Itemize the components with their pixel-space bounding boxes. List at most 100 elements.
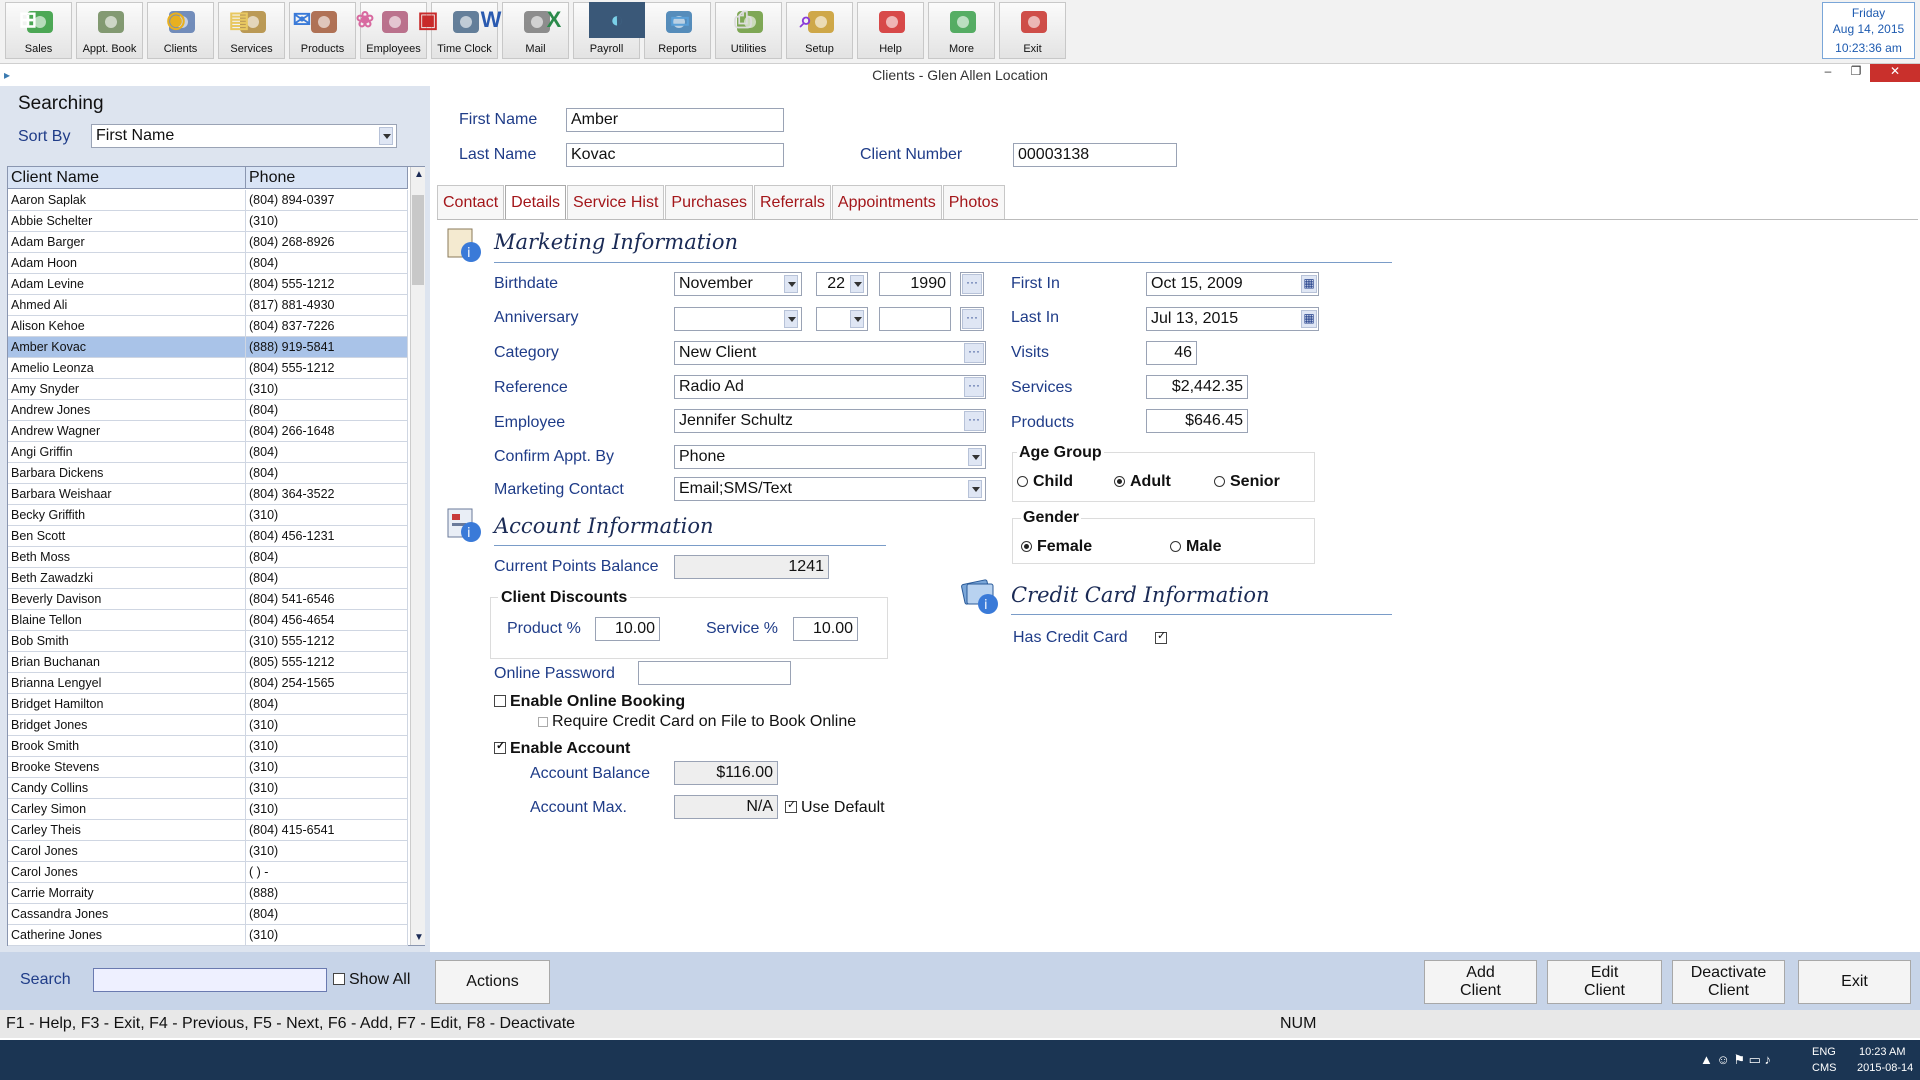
account-max-field[interactable]: N/A [674,795,778,819]
require-cc-checkbox[interactable] [538,717,548,727]
ellipsis-icon[interactable]: ··· [964,411,984,431]
client-row[interactable]: Amelio Leonza (804) 555-1212 [8,358,408,379]
tab-contact[interactable]: Contact [437,185,505,219]
close-icon[interactable]: ✕ [1870,64,1920,82]
calendar-icon[interactable]: ▦ [1301,275,1317,293]
radio-circle[interactable] [1170,541,1181,552]
client-row[interactable]: Beth Zawadzki (804) [8,568,408,589]
tray-icons[interactable]: ▲ ☺ ⚑ ▭ ♪ [1700,1052,1771,1068]
tray-date[interactable]: 2015-08-14 [1857,1062,1913,1074]
client-row[interactable]: Aaron Saplak (804) 894-0397 [8,190,408,211]
client-row[interactable]: Beth Moss (804) [8,547,408,568]
scroll-up-icon[interactable]: ▲ [414,169,424,180]
radio-circle[interactable] [1214,476,1225,487]
radio-circle[interactable] [1021,541,1032,552]
birth-month-select[interactable]: November [674,272,802,296]
calendar-icon[interactable]: ▦ [1301,310,1317,328]
anniversary-year-field[interactable] [879,307,951,331]
client-number-field[interactable]: 00003138 [1013,143,1177,167]
reference-field[interactable]: Radio Ad ··· [674,375,986,399]
category-field[interactable]: New Client ··· [674,341,986,365]
ellipsis-icon[interactable]: ··· [964,377,984,397]
use-default-row[interactable]: Use Default [785,798,885,817]
client-row[interactable]: Barbara Weishaar (804) 364-3522 [8,484,408,505]
edit-client-button[interactable]: Edit Client [1547,960,1662,1004]
anniversary-month-select[interactable] [674,307,802,331]
enable-online-booking-checkbox[interactable] [494,695,506,707]
first-name-field[interactable]: Amber [566,108,784,132]
ellipsis-icon[interactable]: ··· [964,343,984,363]
printer-icon[interactable]: ⎙ [715,2,771,38]
last-name-field[interactable]: Kovac [566,143,784,167]
has-credit-card-checkbox[interactable] [1155,629,1171,648]
tab-appointments[interactable]: Appointments [831,185,942,219]
use-default-checkbox[interactable] [785,798,797,813]
radio-circle[interactable] [1114,476,1125,487]
outlook-icon[interactable]: ✉ [274,2,330,38]
client-row[interactable]: Carol Jones( ) - [8,862,408,883]
client-row[interactable]: Andrew Wagner (804) 266-1648 [8,421,408,442]
salon-app-icon[interactable]: ◐ [589,2,645,38]
column-phone[interactable]: Phone [246,167,408,188]
client-row[interactable]: Brooke Stevens (310) [8,757,408,778]
radio-circle[interactable] [1017,476,1028,487]
client-row[interactable]: Carrie Morraity (888) [8,883,408,904]
client-row[interactable]: Ahmed Ali (817) 881-4930 [8,295,408,316]
first-in-field[interactable]: Oct 15, 2009 ▦ [1146,272,1319,296]
scroll-thumb[interactable] [412,195,424,285]
anniversary-more-button[interactable]: ··· [960,307,984,331]
tray-lang2[interactable]: CMS [1812,1062,1836,1074]
restore-icon[interactable]: ❐ [1842,64,1870,82]
client-row[interactable]: Becky Griffith (310) [8,505,408,526]
client-row[interactable]: Andrew Jones (804) [8,400,408,421]
last-in-field[interactable]: Jul 13, 2015 ▦ [1146,307,1319,331]
client-row[interactable]: Amy Snyder (310) [8,379,408,400]
client-row[interactable]: Abbie Schelter (310) [8,211,408,232]
client-row[interactable]: Brian Buchanan (805) 555-1212 [8,652,408,673]
chrome-icon[interactable]: ◉ [148,2,204,38]
sort-by-select[interactable]: First Name [91,124,397,148]
anniversary-day-select[interactable] [816,307,868,331]
client-row[interactable]: Bridget Hamilton (804) [8,694,408,715]
client-row[interactable]: Adam Hoon (804) [8,253,408,274]
birthdate-more-button[interactable]: ··· [960,272,984,296]
birth-day-select[interactable]: 22 [816,272,868,296]
tray-lang1[interactable]: ENG [1812,1046,1836,1058]
require-cc-row[interactable]: Require Credit Card on File to Book Onli… [538,713,856,731]
toolbar-more-button[interactable]: More [928,2,995,59]
client-row[interactable]: Barbara Dickens (804) [8,463,408,484]
tab-purchases[interactable]: Purchases [665,185,753,219]
client-row[interactable]: Amber Kovac (888) 919-5841 [8,337,408,358]
add-client-button[interactable]: Add Client [1424,960,1537,1004]
tab-details[interactable]: Details [505,185,567,219]
enable-account-checkbox[interactable] [494,739,506,754]
client-row[interactable]: Carley Simon (310) [8,799,408,820]
client-row[interactable]: Cassandra Jones (804) [8,904,408,925]
windows-start-icon[interactable]: ⊞ [0,2,56,38]
acrobat-icon[interactable]: ▣ [400,2,456,38]
employee-field[interactable]: Jennifer Schultz ··· [674,409,986,433]
tab-referrals[interactable]: Referrals [754,185,831,219]
client-row[interactable]: Blaine Tellon (804) 456-4654 [8,610,408,631]
has-credit-card-check[interactable] [1155,629,1167,644]
gender-male-radio[interactable]: Male [1170,538,1222,556]
client-row[interactable]: Adam Barger (804) 268-8926 [8,232,408,253]
enable-online-booking-row[interactable]: Enable Online Booking [494,693,685,711]
scroll-down-icon[interactable]: ▼ [414,932,424,943]
client-row[interactable]: Adam Levine (804) 555-1212 [8,274,408,295]
search-app-icon[interactable]: ⌕ [778,2,834,38]
client-row[interactable]: Brianna Lengyel (804) 254-1565 [8,673,408,694]
client-row[interactable]: Brook Smith (310) [8,736,408,757]
toolbar-appt-book-button[interactable]: Appt. Book [76,2,143,59]
column-client-name[interactable]: Client Name [8,167,246,188]
online-password-field[interactable] [638,661,791,685]
client-list-scrollbar[interactable]: ▲ ▼ [410,167,425,945]
client-row[interactable]: Carol Jones (310) [8,841,408,862]
gender-female-radio[interactable]: Female [1021,538,1092,556]
excel-icon[interactable]: X [526,2,582,38]
tray-time[interactable]: 10:23 AM [1859,1046,1905,1058]
client-row[interactable]: Bridget Jones (310) [8,715,408,736]
client-row[interactable]: Ben Scott (804) 456-1231 [8,526,408,547]
actions-button[interactable]: Actions [435,960,550,1004]
search-input[interactable] [93,968,327,992]
